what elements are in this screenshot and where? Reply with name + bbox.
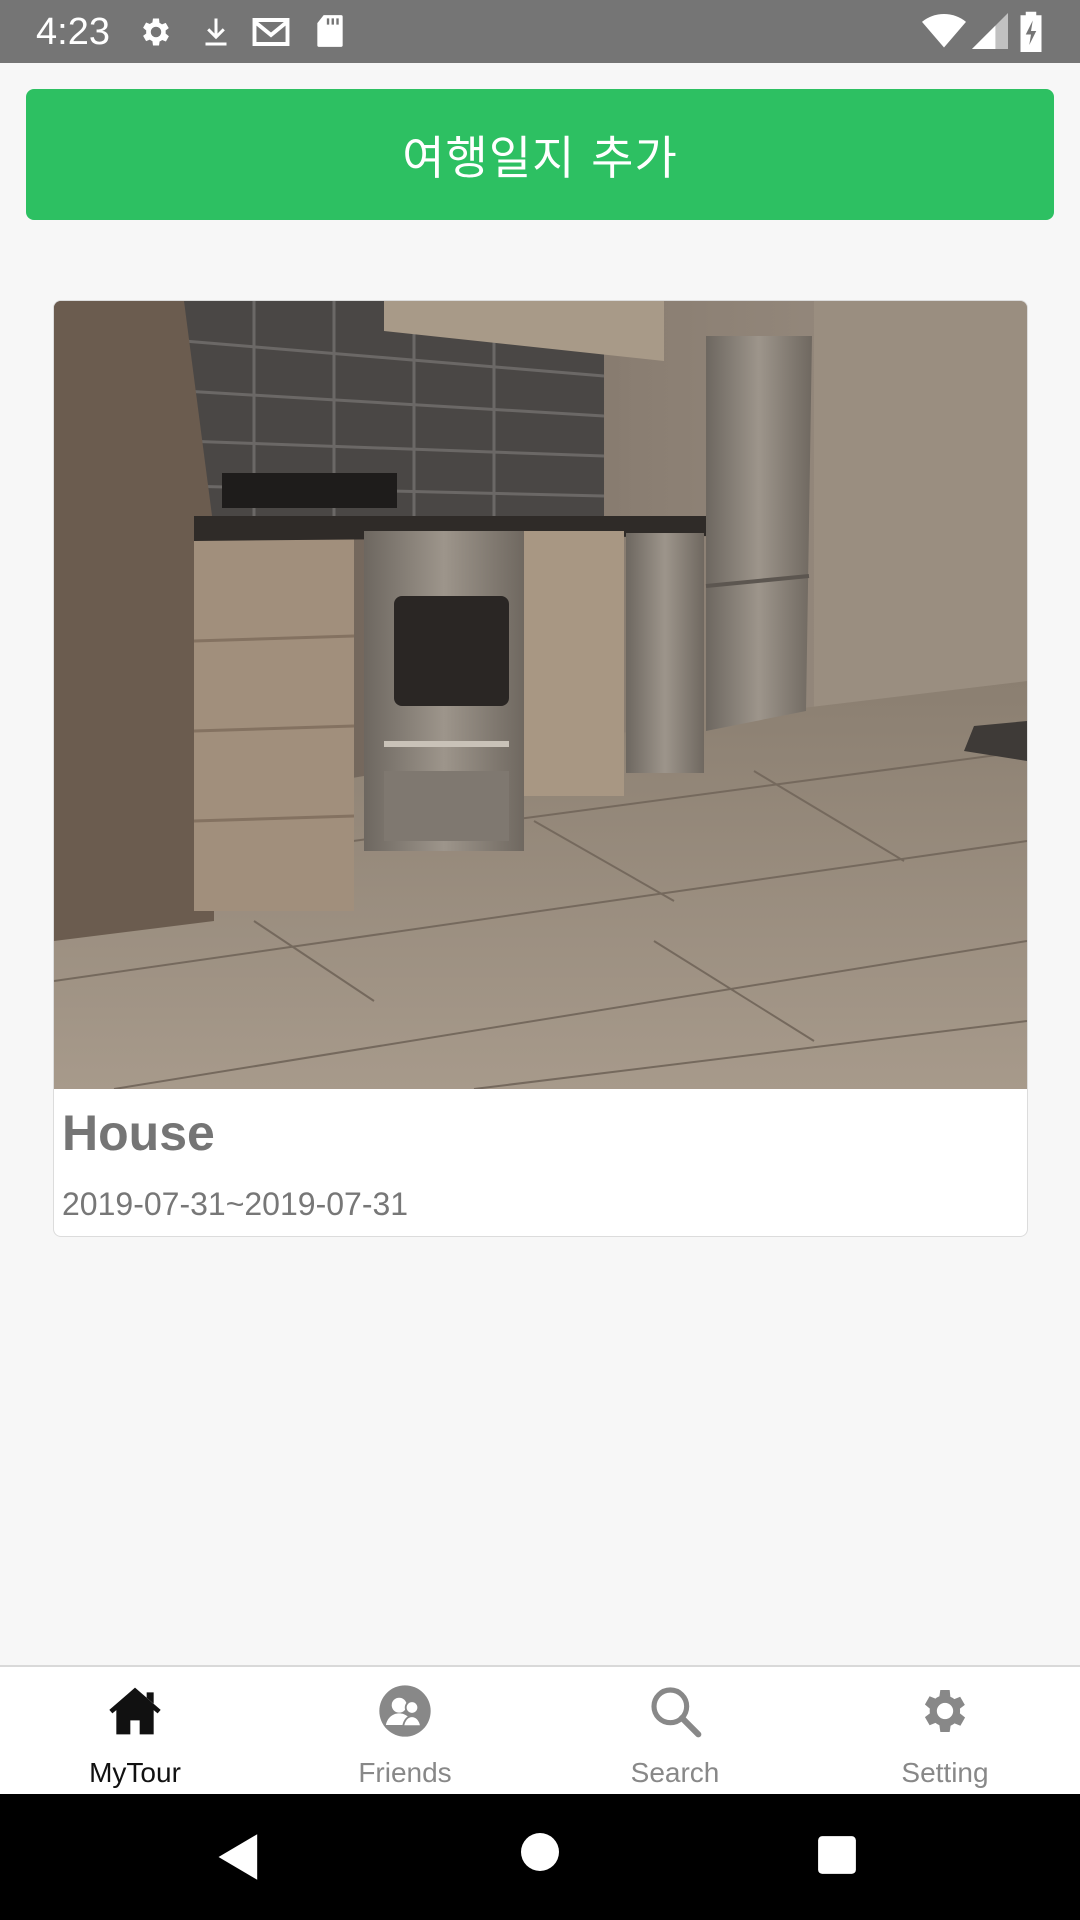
gear-icon <box>924 1690 966 1732</box>
tab-setting[interactable]: Setting <box>810 1667 1080 1796</box>
system-nav-bar <box>0 1794 1080 1920</box>
journal-title: House <box>62 1105 215 1161</box>
status-bar: 4:23 <box>0 0 1080 63</box>
search-icon <box>651 1687 702 1738</box>
gmail-icon <box>252 18 290 46</box>
sd-card-icon <box>317 15 343 47</box>
bottom-nav: MyTour Friends Search Setting <box>0 1665 1080 1796</box>
kitchen-photo <box>54 301 1027 1089</box>
tab-mytour-label: MyTour <box>89 1757 181 1788</box>
add-journal-label: 여행일지 추가 <box>402 130 678 185</box>
signal-icon <box>972 13 1008 49</box>
back-icon[interactable] <box>216 1832 262 1882</box>
journal-card[interactable]: House 2019-07-31~2019-07-31 <box>53 300 1028 1237</box>
wifi-icon <box>922 14 966 48</box>
recents-icon[interactable] <box>816 1834 858 1876</box>
home-circle-icon[interactable] <box>520 1832 560 1872</box>
friends-icon <box>379 1685 431 1737</box>
tab-setting-label: Setting <box>901 1757 989 1788</box>
tab-search-label: Search <box>630 1757 720 1788</box>
tab-mytour[interactable]: MyTour <box>0 1667 270 1796</box>
journal-date-range: 2019-07-31~2019-07-31 <box>62 1186 409 1222</box>
tab-friends[interactable]: Friends <box>270 1667 540 1796</box>
status-time: 4:23 <box>36 11 110 53</box>
gear-icon <box>143 18 169 46</box>
download-icon <box>205 18 227 46</box>
battery-charging-icon <box>1020 11 1042 52</box>
tab-friends-label: Friends <box>358 1757 452 1788</box>
home-icon <box>109 1687 161 1735</box>
tab-search[interactable]: Search <box>540 1667 810 1796</box>
add-journal-button[interactable]: 여행일지 추가 <box>26 89 1054 220</box>
